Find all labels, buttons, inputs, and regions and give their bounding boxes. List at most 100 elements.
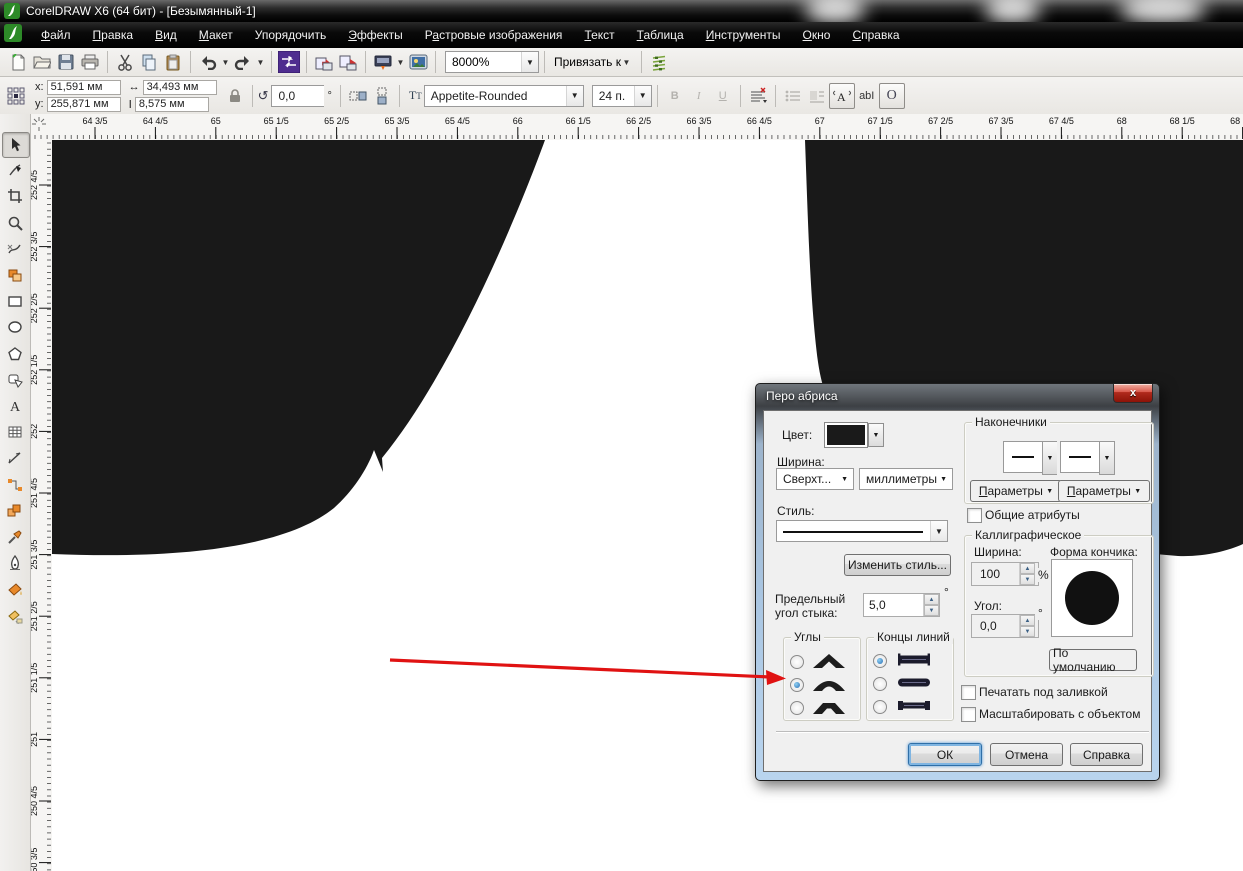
y-position-field[interactable]: 255,871 мм <box>47 97 121 112</box>
x-position-field[interactable]: 51,591 мм <box>47 80 121 95</box>
title-bar[interactable]: CorelDRAW X6 (64 бит) - [Безымянный-1] <box>0 0 1243 22</box>
vertical-ruler[interactable]: 252 4/5252 3/5252 2/5252 1/5252251 4/525… <box>30 140 53 871</box>
menu-Таблица[interactable]: Таблица <box>626 24 695 46</box>
angle-spinner[interactable]: 0,0 ▲▼ <box>971 614 1039 638</box>
spin-down-icon[interactable]: ▼ <box>1020 574 1035 585</box>
find-replace-button[interactable] <box>277 50 301 74</box>
close-button[interactable]: x <box>1113 384 1153 403</box>
paste-button[interactable] <box>161 50 185 74</box>
start-options-button[interactable]: Параметры ▼ <box>970 480 1062 502</box>
font-list-combo[interactable]: Appetite-Rounded ▼ <box>424 85 584 107</box>
view-options-icon[interactable] <box>647 50 671 74</box>
radio-button[interactable] <box>873 654 887 668</box>
export-button[interactable] <box>336 50 360 74</box>
insert-character-button[interactable]: abI <box>855 84 879 108</box>
spin-up-icon[interactable]: ▲ <box>1020 615 1035 626</box>
application-launcher-button[interactable] <box>371 50 395 74</box>
nib-shape-preview[interactable] <box>1051 559 1133 637</box>
ok-button[interactable]: ОК <box>908 743 982 766</box>
redo-button[interactable] <box>231 50 255 74</box>
spin-down-icon[interactable]: ▼ <box>924 605 939 616</box>
menu-Текст[interactable]: Текст <box>573 24 625 46</box>
outline-width-combo[interactable]: Сверхт... ▼ <box>776 468 854 490</box>
mirror-vertical-button[interactable] <box>370 84 394 108</box>
corner-style-option-2[interactable] <box>790 675 847 695</box>
stretch-spinner[interactable]: 100 ▲▼ <box>971 562 1039 586</box>
line-cap-style-option-2[interactable] <box>873 675 934 693</box>
start-arrowhead-combo[interactable]: ▼ <box>1000 441 1061 475</box>
cancel-button[interactable]: Отмена <box>990 743 1063 766</box>
undo-button[interactable] <box>196 50 220 74</box>
shape-tool[interactable] <box>2 158 28 182</box>
menu-Эффекты[interactable]: Эффекты <box>337 24 414 46</box>
font-size-combo[interactable]: 24 п. ▼ <box>592 85 652 107</box>
menu-Макет[interactable]: Макет <box>188 24 244 46</box>
corner-style-option-3[interactable] <box>790 698 847 718</box>
ruler-origin-icon[interactable] <box>31 116 47 137</box>
blend-tool[interactable] <box>2 499 28 523</box>
cut-button[interactable] <box>113 50 137 74</box>
parallel-dimension-tool[interactable] <box>2 446 28 470</box>
menu-Справка[interactable]: Справка <box>841 24 910 46</box>
open-button[interactable] <box>30 50 54 74</box>
edit-text-button[interactable]: A <box>829 83 855 109</box>
menu-Окно[interactable]: Окно <box>792 24 842 46</box>
interactive-fill-tool[interactable] <box>2 604 28 628</box>
menu-Вид[interactable]: Вид <box>144 24 188 46</box>
chevron-down-icon[interactable]: ▼ <box>395 50 406 74</box>
radio-button[interactable] <box>873 677 887 691</box>
polygon-tool[interactable] <box>2 342 28 366</box>
zoom-tool[interactable] <box>2 211 28 235</box>
spin-up-icon[interactable]: ▲ <box>1020 563 1035 574</box>
rectangle-tool[interactable] <box>2 289 28 313</box>
end-options-button[interactable]: Параметры ▼ <box>1058 480 1150 502</box>
connector-tool[interactable] <box>2 473 28 497</box>
line-cap-style-option-1[interactable] <box>873 652 934 670</box>
spin-up-icon[interactable]: ▲ <box>924 594 939 605</box>
help-button[interactable]: Справка <box>1070 743 1143 766</box>
spin-down-icon[interactable]: ▼ <box>1020 626 1035 637</box>
radio-button[interactable] <box>790 655 804 669</box>
outline-pen-tool[interactable] <box>2 551 28 575</box>
mirror-horizontal-button[interactable] <box>346 84 370 108</box>
default-button[interactable]: По умолчанию <box>1049 649 1137 671</box>
share-attributes-checkbox[interactable] <box>967 508 982 523</box>
copy-button[interactable] <box>137 50 161 74</box>
radio-button[interactable] <box>873 700 887 714</box>
lock-ratio-icon[interactable] <box>223 84 247 108</box>
basic-shapes-tool[interactable] <box>2 368 28 392</box>
menu-Правка[interactable]: Правка <box>82 24 145 46</box>
radio-button[interactable] <box>790 701 804 715</box>
table-tool[interactable] <box>2 420 28 444</box>
fill-tool[interactable] <box>2 577 28 601</box>
width-units-combo[interactable]: миллиметры ▼ <box>859 468 953 490</box>
new-document-button[interactable] <box>6 50 30 74</box>
save-button[interactable] <box>54 50 78 74</box>
crop-tool[interactable] <box>2 184 28 208</box>
miter-limit-spinner[interactable]: 5,0 ▲▼ <box>863 593 940 617</box>
corner-style-option-1[interactable] <box>790 652 847 672</box>
freehand-tool[interactable] <box>2 237 28 261</box>
menu-Инструменты[interactable]: Инструменты <box>695 24 792 46</box>
object-width-field[interactable]: 34,493 мм <box>143 80 217 95</box>
menu-Растровые изображения[interactable]: Растровые изображения <box>414 24 574 46</box>
import-button[interactable] <box>312 50 336 74</box>
ellipse-tool[interactable] <box>2 315 28 339</box>
snap-to-button[interactable]: Привязать к ▼ <box>550 50 636 74</box>
object-height-field[interactable]: 8,575 мм <box>135 97 209 112</box>
outline-dialog-button[interactable]: O <box>879 83 905 109</box>
scale-with-object-checkbox[interactable] <box>961 707 976 722</box>
color-eyedropper-tool[interactable] <box>2 525 28 549</box>
outline-color-picker[interactable]: ▼ <box>825 423 884 447</box>
end-arrowhead-combo[interactable]: ▼ <box>1057 441 1118 475</box>
print-button[interactable] <box>78 50 102 74</box>
line-style-combo[interactable]: ▼ <box>776 520 948 542</box>
text-tool[interactable]: A <box>2 394 28 418</box>
behind-fill-checkbox[interactable] <box>961 685 976 700</box>
text-alignment-button[interactable] <box>746 84 770 108</box>
radio-button[interactable] <box>790 678 804 692</box>
rotation-angle-field[interactable]: 0,0 <box>271 85 324 107</box>
chevron-down-icon[interactable]: ▼ <box>255 50 266 74</box>
chevron-down-icon[interactable]: ▼ <box>220 50 231 74</box>
pick-tool[interactable] <box>2 132 30 158</box>
